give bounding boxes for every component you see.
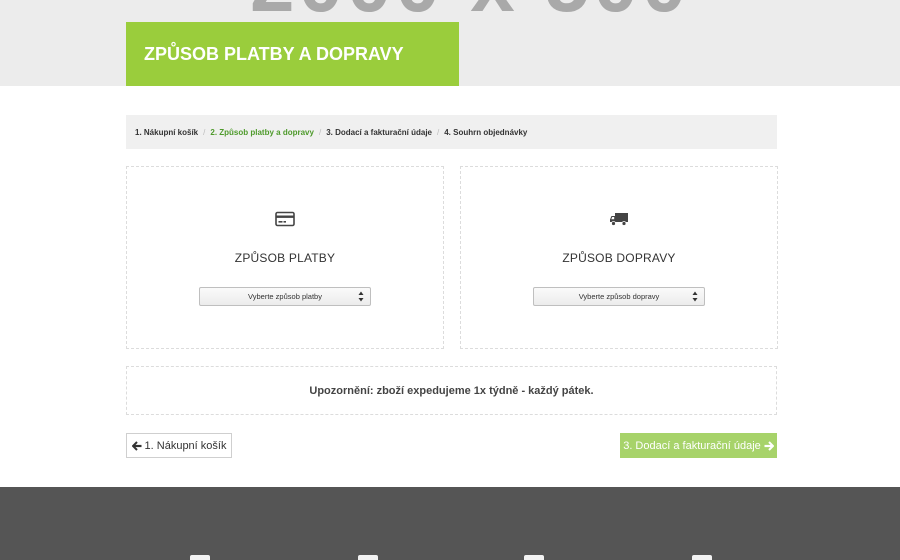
payment-method-panel: ZPŮSOB PLATBY Vyberte způsob platby xyxy=(126,166,444,349)
footer-icon xyxy=(692,555,712,560)
payment-method-select[interactable]: Vyberte způsob platby xyxy=(199,287,371,306)
shipping-method-select[interactable]: Vyberte způsob dopravy xyxy=(533,287,705,306)
page-title-box: ZPŮSOB PLATBY A DOPRAVY xyxy=(126,22,459,86)
shipping-method-select-value: Vyberte způsob dopravy xyxy=(578,292,660,301)
footer-icon xyxy=(524,555,544,560)
checkout-breadcrumb: 1. Nákupní košík / 2. Způsob platby a do… xyxy=(126,115,777,149)
shipping-notice-text: Upozornění: zboží expedujeme 1x týdně - … xyxy=(309,384,594,397)
select-arrows-icon xyxy=(692,291,698,302)
breadcrumb-step-cart[interactable]: 1. Nákupní košík xyxy=(135,128,198,137)
credit-card-icon xyxy=(275,211,295,227)
arrow-right-icon xyxy=(764,440,774,451)
continue-to-delivery-button[interactable]: 3. Dodací a fakturační údaje xyxy=(620,433,777,458)
next-button-label: 3. Dodací a fakturační údaje xyxy=(623,439,761,452)
footer-icon xyxy=(358,555,378,560)
breadcrumb-step-payment-shipping[interactable]: 2. Způsob platby a dopravy xyxy=(210,128,314,137)
shipping-method-panel: ZPŮSOB DOPRAVY Vyberte způsob dopravy xyxy=(460,166,778,349)
truck-icon xyxy=(610,213,628,226)
breadcrumb-step-summary[interactable]: 4. Souhrn objednávky xyxy=(444,128,527,137)
arrow-left-icon xyxy=(131,440,142,451)
footer-icon xyxy=(190,555,210,560)
breadcrumb-separator: / xyxy=(437,127,440,137)
breadcrumb-separator: / xyxy=(318,127,322,137)
select-arrows-icon xyxy=(358,291,364,302)
page-title: ZPŮSOB PLATBY A DOPRAVY xyxy=(144,43,404,64)
breadcrumb-step-delivery-billing[interactable]: 3. Dodací a fakturační údaje xyxy=(326,128,432,137)
site-footer xyxy=(0,487,900,560)
shipping-method-heading: ZPŮSOB DOPRAVY xyxy=(562,251,676,265)
breadcrumb-separator: / xyxy=(203,127,206,137)
shipping-notice: Upozornění: zboží expedujeme 1x týdně - … xyxy=(126,366,777,415)
back-to-cart-button[interactable]: 1. Nákupní košík xyxy=(126,433,232,458)
back-button-label: 1. Nákupní košík xyxy=(144,439,227,452)
payment-method-select-value: Vyberte způsob platby xyxy=(248,292,322,301)
payment-method-heading: ZPŮSOB PLATBY xyxy=(234,251,336,265)
